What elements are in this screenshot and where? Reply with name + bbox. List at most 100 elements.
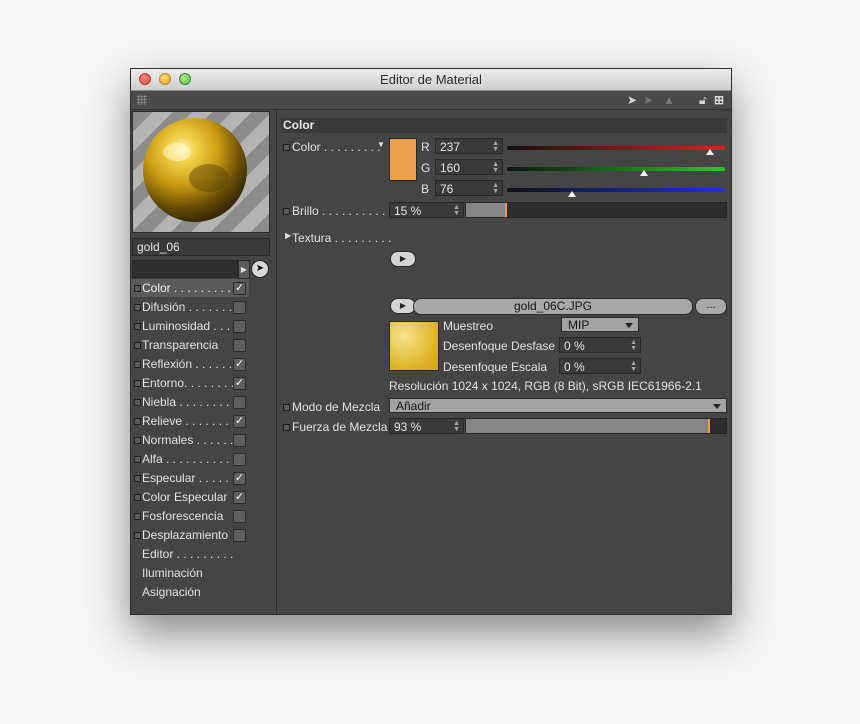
channel-item[interactable]: Color Especular ✓ (131, 488, 249, 506)
channel-item[interactable]: Difusión . . . . . . . (131, 298, 249, 316)
channel-anim-dot[interactable] (134, 418, 141, 425)
channel-anim-dot[interactable] (134, 456, 141, 463)
muestreo-value: MIP (568, 318, 590, 332)
color-mode-button[interactable]: ▶ (390, 251, 416, 267)
r-label: R (421, 140, 430, 154)
channel-item[interactable]: Fosforescencia (131, 507, 249, 525)
fuerza-slider[interactable] (465, 418, 727, 434)
g-spinner-icon[interactable]: ▲ ▼ (492, 161, 499, 174)
g-value-field[interactable]: 160 ▲ ▼ (435, 159, 503, 175)
channel-item[interactable]: Desplazamiento (131, 526, 249, 544)
channel-anim-dot[interactable] (134, 304, 141, 311)
brillo-value-field[interactable]: 15 % ▲ ▼ (389, 202, 464, 218)
channel-checkbox[interactable] (233, 453, 246, 466)
pick-target-icon[interactable]: ➤ (251, 260, 269, 278)
channel-checkbox[interactable]: ✓ (233, 377, 246, 390)
channel-checkbox[interactable] (233, 396, 246, 409)
channel-checkbox[interactable]: ✓ (233, 282, 246, 295)
channel-item[interactable]: Reflexión . . . . . . ✓ (131, 355, 249, 373)
settings-item[interactable]: Asignación (131, 583, 249, 601)
channel-item[interactable]: Alfa . . . . . . . . . . . (131, 450, 249, 468)
channel-anim-dot[interactable] (134, 532, 141, 539)
brillo-anim-dot[interactable] (283, 208, 290, 215)
channel-checkbox[interactable] (233, 301, 246, 314)
channel-item[interactable]: Normales . . . . . . (131, 431, 249, 449)
color-expand-icon[interactable]: ▼ (377, 137, 385, 153)
r-slider[interactable] (507, 146, 725, 150)
settings-item[interactable]: Editor . . . . . . . . . (131, 545, 249, 563)
desfase-value-field[interactable]: 0 % ▲ ▼ (559, 337, 641, 353)
channel-anim-dot[interactable] (134, 380, 141, 387)
channel-anim-dot[interactable] (134, 475, 141, 482)
textura-expand-icon[interactable]: ▶ (285, 228, 291, 244)
material-name-field[interactable]: gold_06 (132, 238, 270, 256)
escala-value-field[interactable]: 0 % ▲ ▼ (559, 358, 641, 374)
channel-checkbox[interactable]: ✓ (233, 358, 246, 371)
g-value: 160 (440, 161, 461, 175)
b-spinner-icon[interactable]: ▲ ▼ (492, 182, 499, 195)
layer-field[interactable] (132, 260, 238, 278)
brillo-slider-handle[interactable] (505, 203, 507, 217)
fuerza-slider-handle[interactable] (708, 419, 710, 433)
channel-item[interactable]: Niebla . . . . . . . . . (131, 393, 249, 411)
channel-checkbox[interactable] (233, 339, 246, 352)
channel-checkbox[interactable] (233, 529, 246, 542)
channel-checkbox[interactable] (233, 320, 246, 333)
new-panel-icon[interactable]: ⊞ (714, 93, 724, 107)
up-arrow-icon[interactable]: ▲ (663, 93, 675, 107)
color-swatch[interactable] (389, 138, 417, 181)
channel-anim-dot[interactable] (134, 361, 141, 368)
channel-checkbox[interactable]: ✓ (233, 472, 246, 485)
channel-anim-dot[interactable] (134, 513, 141, 520)
fuerza-anim-dot[interactable] (283, 424, 290, 431)
texture-thumbnail[interactable] (389, 321, 439, 371)
layer-arrow-button[interactable]: ▶ (238, 260, 250, 279)
channel-anim-dot[interactable] (134, 437, 141, 444)
fuerza-spinner-icon[interactable]: ▲ ▼ (453, 420, 460, 433)
channel-item[interactable]: Entorno. . . . . . . . ✓ (131, 374, 249, 392)
b-slider-knob[interactable] (567, 191, 576, 197)
modo-dropdown[interactable]: Añadir (389, 398, 727, 413)
color-anim-dot[interactable] (283, 144, 290, 151)
material-editor-window: Editor de Material ➤ ➤ ▲ 🔓︎ ⊞ gold_06 ▶ … (130, 68, 732, 615)
back-arrow-icon[interactable]: ➤ (627, 93, 637, 107)
channel-anim-dot[interactable] (134, 399, 141, 406)
texture-browse-button[interactable]: ... (695, 298, 727, 315)
channel-item[interactable]: Especular . . . . . . ✓ (131, 469, 249, 487)
drag-grip-icon[interactable] (137, 95, 147, 105)
channel-anim-dot[interactable] (134, 323, 141, 330)
material-preview[interactable] (132, 111, 270, 233)
modo-anim-dot[interactable] (283, 404, 290, 411)
desfase-spinner-icon[interactable]: ▲ ▼ (630, 339, 637, 352)
brillo-slider-fill (466, 203, 505, 217)
muestreo-dropdown[interactable]: MIP (561, 317, 639, 332)
r-spinner-icon[interactable]: ▲ ▼ (492, 140, 499, 153)
channel-label: Relieve . . . . . . . . (142, 414, 236, 428)
b-value-field[interactable]: 76 ▲ ▼ (435, 180, 503, 196)
g-slider-knob[interactable] (639, 170, 648, 176)
forward-arrow-icon[interactable]: ➤ (643, 93, 653, 107)
channel-anim-dot[interactable] (134, 342, 141, 349)
channel-checkbox[interactable] (233, 434, 246, 447)
channel-checkbox[interactable]: ✓ (233, 491, 246, 504)
channel-checkbox[interactable]: ✓ (233, 415, 246, 428)
settings-item[interactable]: Iluminación (131, 564, 249, 582)
lock-icon[interactable]: 🔓︎ (699, 93, 707, 107)
channel-item[interactable]: Relieve . . . . . . . . ✓ (131, 412, 249, 430)
channel-item[interactable]: Color . . . . . . . . . ✓ (131, 279, 249, 297)
brillo-slider[interactable] (465, 202, 727, 218)
b-slider[interactable] (507, 188, 725, 192)
channel-item[interactable]: Transparencia (131, 336, 249, 354)
escala-spinner-icon[interactable]: ▲ ▼ (630, 360, 637, 373)
r-slider-knob[interactable] (705, 149, 714, 155)
r-value-field[interactable]: 237 ▲ ▼ (435, 138, 503, 154)
channel-item[interactable]: Luminosidad . . . (131, 317, 249, 335)
channel-anim-dot[interactable] (134, 285, 141, 292)
g-slider[interactable] (507, 167, 725, 171)
channel-anim-dot[interactable] (134, 494, 141, 501)
window-title: Editor de Material (380, 72, 482, 87)
brillo-spinner-icon[interactable]: ▲ ▼ (453, 204, 460, 217)
fuerza-value-field[interactable]: 93 % ▲ ▼ (389, 418, 464, 434)
texture-file-button[interactable]: gold_06C.JPG (413, 298, 693, 315)
channel-checkbox[interactable] (233, 510, 246, 523)
